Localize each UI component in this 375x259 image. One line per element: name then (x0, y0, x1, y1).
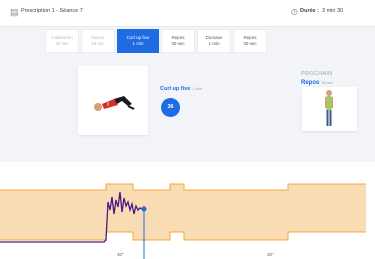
step-label: Repos (171, 35, 185, 40)
next-duration: 30 sec (321, 80, 334, 85)
x-tick-label: 30" (267, 252, 274, 257)
standing-figure-icon (325, 90, 333, 126)
next-label: PROCHAIN (301, 71, 333, 77)
step-value: 1 min (132, 41, 144, 46)
step-value: 1 min (208, 41, 220, 46)
step-dorsaux[interactable]: Dorsaux 1 min (197, 29, 231, 53)
step-repos-2[interactable]: Repos 30 sec (161, 29, 195, 53)
step-label: Curl up fixe (126, 35, 150, 40)
next-name: Repos (301, 80, 320, 86)
step-curl-up[interactable]: Curl up fixe 1 min (117, 29, 159, 53)
prescription-icon: ▤ (10, 7, 19, 17)
curl-up-figure-icon (94, 96, 135, 111)
exercise-title: Curl up fixe 1 min (160, 86, 202, 92)
step-label: Calibration (51, 35, 73, 40)
step-repos-1[interactable]: Repos 15 sec (81, 29, 115, 53)
exercise-name: Curl up fixe (160, 86, 191, 92)
cursor-dot (141, 206, 147, 212)
next-exercise: Repos 30 sec (301, 80, 333, 86)
step-label: Repos (243, 35, 257, 40)
next-illustration (302, 87, 357, 131)
step-value: 15 sec (91, 41, 105, 46)
exercise-illustration (78, 66, 148, 135)
duration-label: Durée : (300, 8, 319, 14)
step-value: 30 sec (55, 41, 69, 46)
step-value: 30 sec (171, 41, 185, 46)
clock-icon: ◷ (291, 7, 298, 16)
emg-chart (0, 183, 366, 259)
duration-value: 3 min 30 (322, 8, 344, 14)
exercise-duration: 1 min (192, 86, 203, 91)
repetition-counter: 36 (161, 98, 180, 117)
x-tick-label: 30" (117, 252, 124, 257)
step-repos-3[interactable]: Repos 30 sec (233, 29, 267, 53)
step-label: Dorsaux (205, 35, 223, 40)
step-value: 30 sec (243, 41, 257, 46)
top-bar: ▤ Prescription 1 - Séance 7 ◷ Durée : 3 … (0, 0, 375, 27)
step-calibration[interactable]: Calibration 30 sec (45, 29, 79, 53)
step-timeline: Calibration 30 sec Repos 15 sec Curl up fi… (45, 29, 269, 55)
session-title: Prescription 1 - Séance 7 (21, 8, 83, 14)
step-label: Repos (91, 35, 105, 40)
